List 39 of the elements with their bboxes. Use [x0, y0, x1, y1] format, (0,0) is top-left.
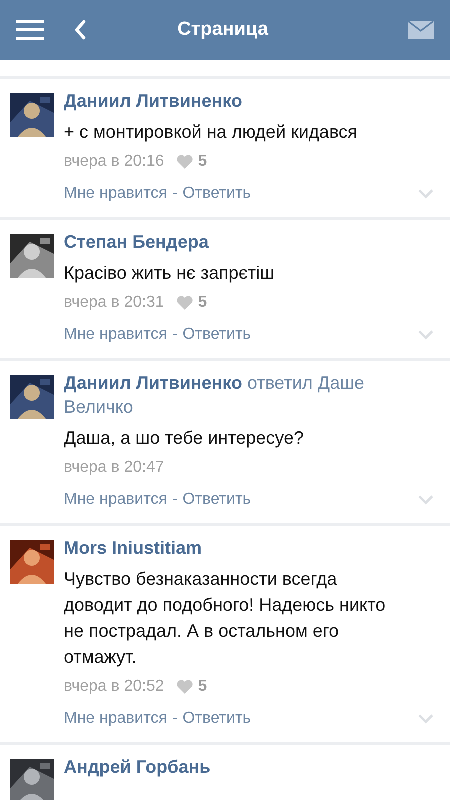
like-link[interactable]: Мне нравится	[64, 185, 168, 203]
like-link[interactable]: Мне нравится	[64, 326, 168, 344]
separator: -	[172, 710, 178, 728]
menu-icon[interactable]	[16, 19, 44, 41]
comment-text: + с монтировкой на людей кидався	[64, 121, 359, 144]
like-link[interactable]: Мне нравится	[64, 710, 168, 728]
comment-time: вчера в 20:31	[64, 294, 164, 312]
reply-link[interactable]: Ответить	[182, 185, 252, 203]
chevron-down-icon[interactable]	[418, 714, 434, 724]
separator: -	[172, 185, 178, 203]
chevron-down-icon[interactable]	[418, 495, 434, 505]
chevron-down-icon[interactable]	[418, 330, 434, 340]
like-count: 5	[198, 153, 208, 171]
author-name[interactable]: Mors Iniustitiam	[64, 538, 202, 558]
author-name[interactable]: Даниил Литвиненко	[64, 91, 242, 111]
mail-icon[interactable]	[408, 21, 434, 39]
author-name[interactable]: Андрей Горбань	[64, 757, 211, 777]
back-icon[interactable]	[74, 20, 86, 40]
reply-link[interactable]: Ответить	[182, 491, 252, 509]
comment-text: Чувство безнаказанности всегда доводит до подобного! Надеюсь никто не пострадал. А в остальном его отмажут.	[64, 568, 387, 669]
separator: -	[172, 491, 178, 509]
heart-icon	[176, 154, 194, 170]
reply-link[interactable]: Ответить	[182, 710, 252, 728]
heart-icon	[176, 295, 194, 311]
separator: -	[172, 326, 178, 344]
comment-text: Красіво жить нє запрєтіш	[64, 262, 276, 285]
comment-text: Даша, а шо тебе интересуе?	[64, 427, 305, 450]
comment-time: вчера в 20:52	[64, 678, 164, 696]
chevron-down-icon[interactable]	[418, 189, 434, 199]
reply-link[interactable]: Ответить	[182, 326, 252, 344]
author-name[interactable]: Степан Бендера	[64, 232, 209, 252]
like-link[interactable]: Мне нравится	[64, 491, 168, 509]
reply-heading[interactable]: Даниил Литвиненко ответил Даше Величко	[64, 371, 434, 419]
like-count: 5	[198, 294, 208, 312]
heart-icon	[176, 679, 194, 695]
like-count: 5	[198, 678, 208, 696]
comment-time: вчера в 20:47	[64, 459, 164, 477]
comment-time: вчера в 20:16	[64, 153, 164, 171]
page-title: Страница	[176, 19, 270, 41]
